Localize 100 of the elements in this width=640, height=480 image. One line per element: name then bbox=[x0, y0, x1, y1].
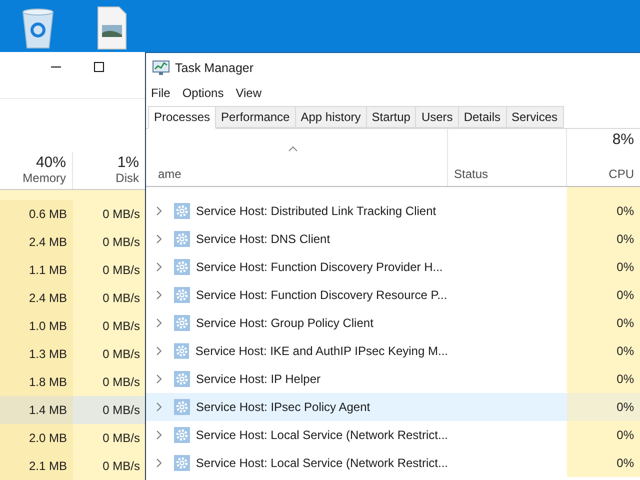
process-name: Service Host: DNS Client bbox=[196, 232, 330, 246]
column-header[interactable]: CPU bbox=[608, 167, 634, 181]
menu-item[interactable]: View bbox=[236, 86, 262, 100]
gear-icon bbox=[174, 287, 190, 303]
table-row[interactable]: 1.0 MB 0 MB/s bbox=[0, 312, 146, 340]
table-cell: 1.0 MB bbox=[0, 312, 73, 340]
table-row[interactable]: 1.3 MB 0 MB/s bbox=[0, 340, 146, 368]
tab[interactable]: Services bbox=[506, 106, 564, 128]
chevron-right-icon[interactable] bbox=[156, 346, 162, 356]
process-row[interactable]: Service Host: IP Helper 0% bbox=[146, 365, 640, 393]
column-header[interactable]: ame bbox=[158, 167, 447, 181]
column-header[interactable]: Status bbox=[454, 167, 566, 181]
column-percent: 1% bbox=[117, 154, 139, 171]
table-row[interactable]: 1.1 MB 0 MB/s bbox=[0, 256, 146, 284]
chevron-right-icon[interactable] bbox=[156, 290, 162, 300]
sort-caret-icon[interactable] bbox=[288, 146, 298, 152]
gear-icon bbox=[174, 399, 190, 415]
table-row[interactable]: 2.1 MB 0 MB/s bbox=[0, 452, 146, 480]
gear-icon bbox=[174, 231, 190, 247]
process-name: Service Host: Local Service (Network Restrict... bbox=[196, 428, 448, 442]
table-cell: 0% bbox=[616, 232, 634, 246]
process-name: Service Host: Function Discovery Provider H... bbox=[196, 260, 443, 274]
table-cell-text: 0 MB/s bbox=[102, 207, 141, 221]
column-percent: 40% bbox=[36, 154, 66, 171]
table-cell: 2.4 MB bbox=[0, 284, 73, 312]
process-row[interactable]: Service Host: Function Discovery Resource P... 0% bbox=[146, 281, 640, 309]
table-cell: 0% bbox=[616, 372, 634, 386]
image-file-icon[interactable] bbox=[97, 6, 127, 50]
maximize-icon[interactable] bbox=[93, 60, 105, 73]
monitor-icon bbox=[152, 60, 170, 76]
column-percent: 8% bbox=[612, 131, 634, 148]
chevron-right-icon[interactable] bbox=[156, 206, 162, 216]
table-cell: 0% bbox=[616, 456, 634, 470]
table-cell: 1.4 MB bbox=[0, 396, 73, 424]
table-row[interactable]: 2.4 MB 0 MB/s bbox=[0, 284, 146, 312]
column-header[interactable]: Memory bbox=[22, 171, 66, 185]
chevron-right-icon[interactable] bbox=[156, 234, 162, 244]
menu-item[interactable]: File bbox=[151, 86, 170, 100]
table-cell: 2.1 MB bbox=[0, 452, 73, 480]
table-cell-text: 0 MB/s bbox=[102, 403, 141, 417]
tab[interactable]: Processes bbox=[148, 106, 216, 129]
process-row[interactable]: Service Host: Local Service (Network Restrict... 0% bbox=[146, 449, 640, 477]
gear-icon bbox=[174, 427, 190, 443]
process-name: Service Host: Function Discovery Resource P... bbox=[196, 288, 448, 302]
process-name: Service Host: IPsec Policy Agent bbox=[196, 400, 370, 414]
column-header[interactable]: Disk bbox=[116, 171, 139, 185]
table-cell: 0% bbox=[616, 288, 634, 302]
table-cell: 1.1 MB bbox=[0, 256, 73, 284]
table-row[interactable]: 1.8 MB 0 MB/s bbox=[0, 368, 146, 396]
tab[interactable]: Startup bbox=[366, 106, 416, 128]
table-cell: 0% bbox=[616, 260, 634, 274]
process-name: Service Host: IP Helper bbox=[196, 372, 320, 386]
table-cell: 1.3 MB bbox=[0, 340, 73, 368]
gear-icon bbox=[174, 371, 190, 387]
process-row[interactable]: Service Host: Group Policy Client 0% bbox=[146, 309, 640, 337]
process-row[interactable]: Service Host: Function Discovery Provider H... 0% bbox=[146, 253, 640, 281]
table-cell: 2.4 MB bbox=[0, 228, 73, 256]
chevron-right-icon[interactable] bbox=[156, 402, 162, 412]
gear-icon bbox=[174, 455, 190, 471]
table-cell: 0% bbox=[616, 204, 634, 218]
window-title: Task Manager bbox=[175, 60, 254, 74]
gear-icon bbox=[174, 343, 190, 359]
process-row[interactable]: Service Host: IPsec Policy Agent 0% bbox=[146, 393, 640, 421]
table-cell-text: 0 MB/s bbox=[102, 375, 141, 389]
table-cell: 0.6 MB bbox=[0, 200, 73, 228]
tab[interactable]: Details bbox=[458, 106, 506, 128]
table-cell: 0% bbox=[616, 428, 634, 442]
tab[interactable]: Performance bbox=[216, 106, 296, 128]
tab[interactable]: App history bbox=[296, 106, 367, 128]
menu-item[interactable]: Options bbox=[182, 86, 224, 100]
table-cell-text: 0 MB/s bbox=[102, 459, 141, 473]
process-row[interactable]: Service Host: DNS Client 0% bbox=[146, 225, 640, 253]
table-cell: 0% bbox=[616, 316, 634, 330]
process-name: Service Host: Group Policy Client bbox=[196, 316, 374, 330]
process-name: Service Host: Distributed Link Tracking Client bbox=[196, 204, 436, 218]
chevron-right-icon[interactable] bbox=[156, 318, 162, 328]
gear-icon bbox=[174, 315, 190, 331]
chevron-right-icon[interactable] bbox=[156, 374, 162, 384]
process-name: Service Host: Local Service (Network Restrict... bbox=[196, 456, 448, 470]
process-row[interactable]: Service Host: IKE and AuthIP IPsec Keying M... 0% bbox=[146, 337, 640, 365]
table-cell: 2.0 MB bbox=[0, 424, 73, 452]
table-cell-text: 0 MB/s bbox=[102, 431, 141, 445]
gear-icon bbox=[174, 203, 190, 219]
table-cell: 0% bbox=[616, 344, 634, 358]
table-cell-text: 0 MB/s bbox=[102, 291, 141, 305]
table-cell-text: 0 MB/s bbox=[102, 263, 141, 277]
process-row[interactable]: Service Host: Local Service (Network Restrict... 0% bbox=[146, 421, 640, 449]
process-name: Service Host: IKE and AuthIP IPsec Keying M... bbox=[195, 344, 448, 358]
tab[interactable]: Users bbox=[416, 106, 459, 128]
table-row[interactable]: 2.4 MB 0 MB/s bbox=[0, 228, 146, 256]
gear-icon bbox=[174, 259, 190, 275]
chevron-right-icon[interactable] bbox=[156, 430, 162, 440]
table-row[interactable]: 1.4 MB 0 MB/s bbox=[0, 396, 146, 424]
chevron-right-icon[interactable] bbox=[156, 262, 162, 272]
process-row[interactable]: Service Host: Distributed Link Tracking Client 0% bbox=[146, 197, 640, 225]
chevron-right-icon[interactable] bbox=[156, 458, 162, 468]
table-cell-text: 0 MB/s bbox=[102, 235, 141, 249]
table-cell-text: 0 MB/s bbox=[102, 347, 141, 361]
table-row[interactable]: 0.6 MB 0 MB/s bbox=[0, 200, 146, 228]
table-row[interactable]: 2.0 MB 0 MB/s bbox=[0, 424, 146, 452]
